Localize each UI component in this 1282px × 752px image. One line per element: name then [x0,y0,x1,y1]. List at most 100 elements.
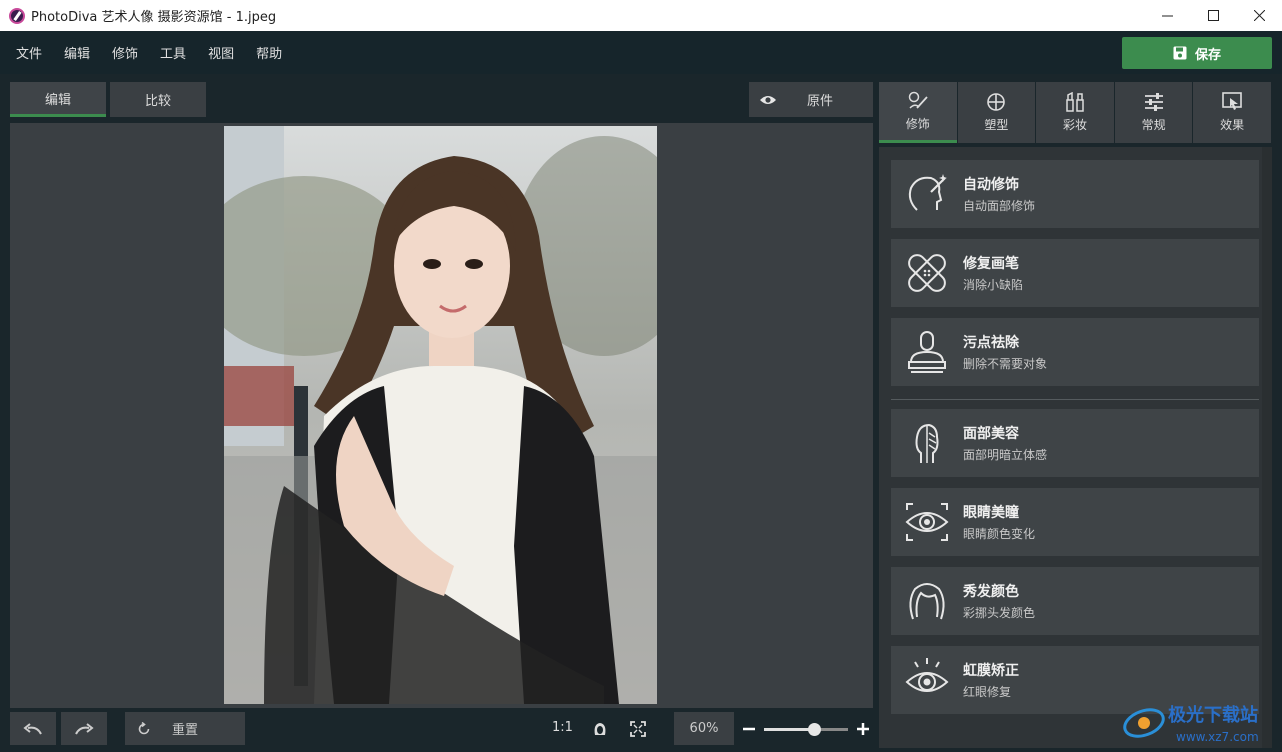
iris-icon [899,652,955,708]
zoom-slider-fill [764,728,815,731]
brush-icon [908,91,928,109]
watermark-logo: 极光下载站 www.xz7.com [1123,704,1259,744]
original-label: 原件 [807,94,834,109]
zoom-value: 60% [674,712,734,745]
tool-name: 秀发颜色 [963,584,1019,600]
fullscreen-icon [630,720,646,737]
tab-edit[interactable]: 编辑 [10,82,106,117]
save-button[interactable]: 保存 [1122,37,1272,69]
tool-name: 虹膜矫正 [963,663,1019,679]
menu-bar: 文件 编辑 修饰 工具 视图 帮助 保存 [0,31,1282,74]
maximize-button[interactable] [1190,0,1236,31]
makeup-icon [1066,92,1084,112]
right-panel: 修饰 塑型 彩妆 常规 效果 自动修饰 自动面部修饰 修复画笔 消除小缺陷 污点… [879,82,1272,748]
floppy-disk-icon [1173,46,1187,60]
portrait-photo [224,126,657,704]
tool-name: 修复画笔 [963,256,1019,272]
zoom-out-button[interactable] [738,712,760,745]
tool-name: 眼睛美瞳 [963,505,1019,521]
fit-face-button[interactable] [588,712,612,745]
tab-effects[interactable]: 效果 [1193,82,1271,143]
tab-reshape[interactable]: 塑型 [957,82,1036,143]
undo-icon [23,722,42,734]
stamp-icon [899,324,955,380]
menu-file[interactable]: 文件 [16,43,42,62]
watermark: 极光下载站 www.xz7.com [1120,695,1280,747]
category-tabs: 修饰 塑型 彩妆 常规 效果 [879,82,1272,143]
sliders-icon [1144,93,1163,111]
tab-retouch[interactable]: 修饰 [879,82,957,143]
undo-button[interactable] [10,712,56,745]
tool-auto-retouch[interactable]: 自动修饰 自动面部修饰 [891,160,1259,228]
tool-desc: 消除小缺陷 [963,278,1024,292]
watermark-url: www.xz7.com [1176,730,1259,744]
watermark-text: 极光下载站 [1168,704,1258,726]
minus-icon [743,727,755,730]
tab-effects-label: 效果 [1220,118,1245,132]
eye-focus-icon [899,494,955,550]
window-controls [1144,0,1282,31]
redo-icon [75,722,94,734]
tab-makeup-label: 彩妆 [1062,118,1087,132]
tool-desc: 删除不需要对象 [963,357,1048,371]
tool-list: 自动修饰 自动面部修饰 修复画笔 消除小缺陷 污点祛除 删除不需要对象 面部美容… [879,147,1272,748]
tool-desc: 红眼修复 [963,685,1012,699]
tool-list-scrollbar[interactable] [1262,147,1272,748]
reshape-icon [987,93,1006,111]
face-contour-icon [899,415,955,471]
bandage-icon [899,245,955,301]
window-title: PhotoDiva 艺术人像 摄影资源馆 - 1.jpeg [31,10,277,25]
close-button[interactable] [1236,0,1282,31]
tab-general[interactable]: 常规 [1114,82,1193,143]
tool-desc: 眼睛颜色变化 [963,527,1036,541]
title-bar: PhotoDiva 艺术人像 摄影资源馆 - 1.jpeg [0,0,1282,31]
maximize-icon [1207,10,1219,21]
editor-tabs: 编辑 比较 [10,82,210,117]
app-logo-icon [9,7,25,24]
tool-name: 面部美容 [963,426,1019,442]
tool-hair-color[interactable]: 秀发颜色 彩挪头发颜色 [891,567,1259,635]
reset-label: 重置 [171,723,198,738]
actual-size-button[interactable]: 1:1 [552,720,573,735]
tool-desc: 面部明暗立体感 [963,448,1048,462]
tab-reshape-label: 塑型 [984,118,1009,132]
minimize-button[interactable] [1144,0,1190,31]
tool-desc: 自动面部修饰 [963,199,1036,213]
face-fit-icon [594,722,606,735]
zoom-in-button[interactable] [852,712,874,745]
menu-help[interactable]: 帮助 [256,43,282,62]
image-canvas[interactable] [10,123,873,708]
effects-icon [1222,92,1242,110]
hair-icon [899,573,955,629]
workspace: 编辑 比较 原件 重置 1:1 60% 修饰 塑型 彩妆 常规 效果 自动修饰 … [0,74,1282,752]
auto-retouch-icon [899,166,955,222]
tool-name: 自动修饰 [963,177,1019,193]
tab-retouch-label: 修饰 [905,116,930,131]
show-original-button[interactable]: 原件 [749,82,873,117]
divider [891,399,1259,400]
tool-spot-removal[interactable]: 污点祛除 删除不需要对象 [891,318,1259,386]
save-label: 保存 [1194,47,1221,63]
tool-eye-color[interactable]: 眼睛美瞳 眼睛颜色变化 [891,488,1259,556]
menu-retouch[interactable]: 修饰 [112,43,138,62]
portrait-illustration [224,126,657,704]
tool-desc: 彩挪头发颜色 [963,606,1036,620]
tab-compare[interactable]: 比较 [110,82,206,117]
menu-edit[interactable]: 编辑 [64,43,90,62]
reset-button[interactable]: 重置 [125,712,245,745]
plus-icon [857,722,869,735]
bottom-toolbar: 重置 1:1 60% [10,712,873,748]
menu-tools[interactable]: 工具 [160,43,186,62]
tab-makeup[interactable]: 彩妆 [1036,82,1114,143]
tool-name: 污点祛除 [963,335,1019,351]
redo-button[interactable] [61,712,107,745]
menu-view[interactable]: 视图 [208,43,234,62]
reset-icon [138,721,150,734]
zoom-slider[interactable] [764,723,848,736]
tool-healing-brush[interactable]: 修复画笔 消除小缺陷 [891,239,1259,307]
tab-general-label: 常规 [1141,118,1166,132]
fullscreen-button[interactable] [626,712,650,745]
tool-face-beauty[interactable]: 面部美容 面部明暗立体感 [891,409,1259,477]
minimize-icon [1161,15,1173,17]
zoom-slider-knob[interactable] [808,723,822,736]
